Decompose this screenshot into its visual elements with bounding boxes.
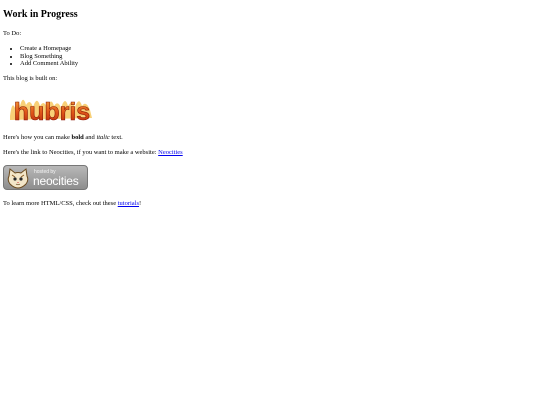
tutorials-link[interactable]: tutorials [118,200,139,207]
page-title: Work in Progress [3,9,78,20]
page: Work in Progress To Do: Create a Homepag… [0,0,540,208]
badge-big-text: neocities [33,173,79,188]
formatting-suffix: text. [109,133,123,141]
neocities-link[interactable]: Neocities [158,149,183,156]
list-item: Create a Homepage [20,45,537,53]
todo-label: To Do: [3,30,22,37]
learn-text: To learn more HTML/CSS, check out these [3,200,118,208]
hubris-logo: hubris [10,98,92,126]
formatting-line: Here's how you can make bold and italic … [3,134,537,142]
learn-suffix: ! [139,200,142,208]
neocities-line: Here's the link to Neocities, if you wan… [3,149,537,157]
todo-list: Create a Homepage Blog Something Add Com… [3,45,537,68]
hosted-by-neocities-badge[interactable]: hosted by neocities [3,164,88,190]
logo-text: hubris [14,98,90,126]
formatting-prefix: Here's how you can make [3,133,72,141]
list-item: Blog Something [20,53,537,61]
bold-text: bold [71,133,84,141]
list-item: Add Comment Ability [20,60,537,68]
neocities-cat-icon [7,167,29,189]
neocities-text: Here's the link to Neocities, if you wan… [3,148,159,156]
built-on-label: This blog is built on: [3,75,58,83]
italic-text: italic [96,133,110,141]
formatting-middle: and [83,133,97,141]
learn-line: To learn more HTML/CSS, check out these … [3,200,537,208]
